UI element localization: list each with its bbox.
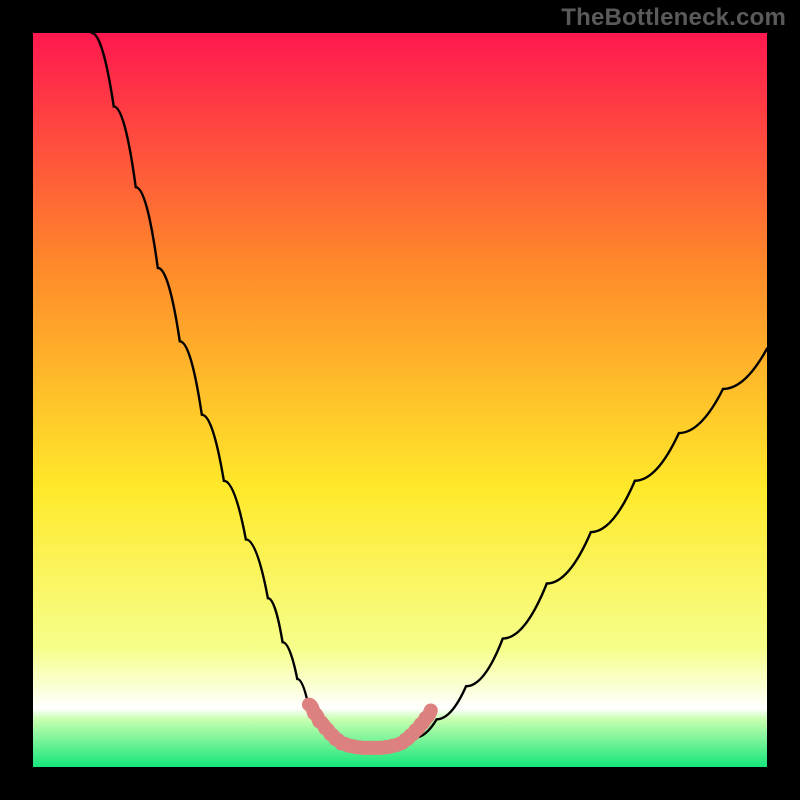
bottleneck-chart <box>0 0 800 800</box>
plot-area <box>33 33 767 767</box>
chart-frame: TheBottleneck.com <box>0 0 800 800</box>
watermark-text: TheBottleneck.com <box>561 4 786 32</box>
